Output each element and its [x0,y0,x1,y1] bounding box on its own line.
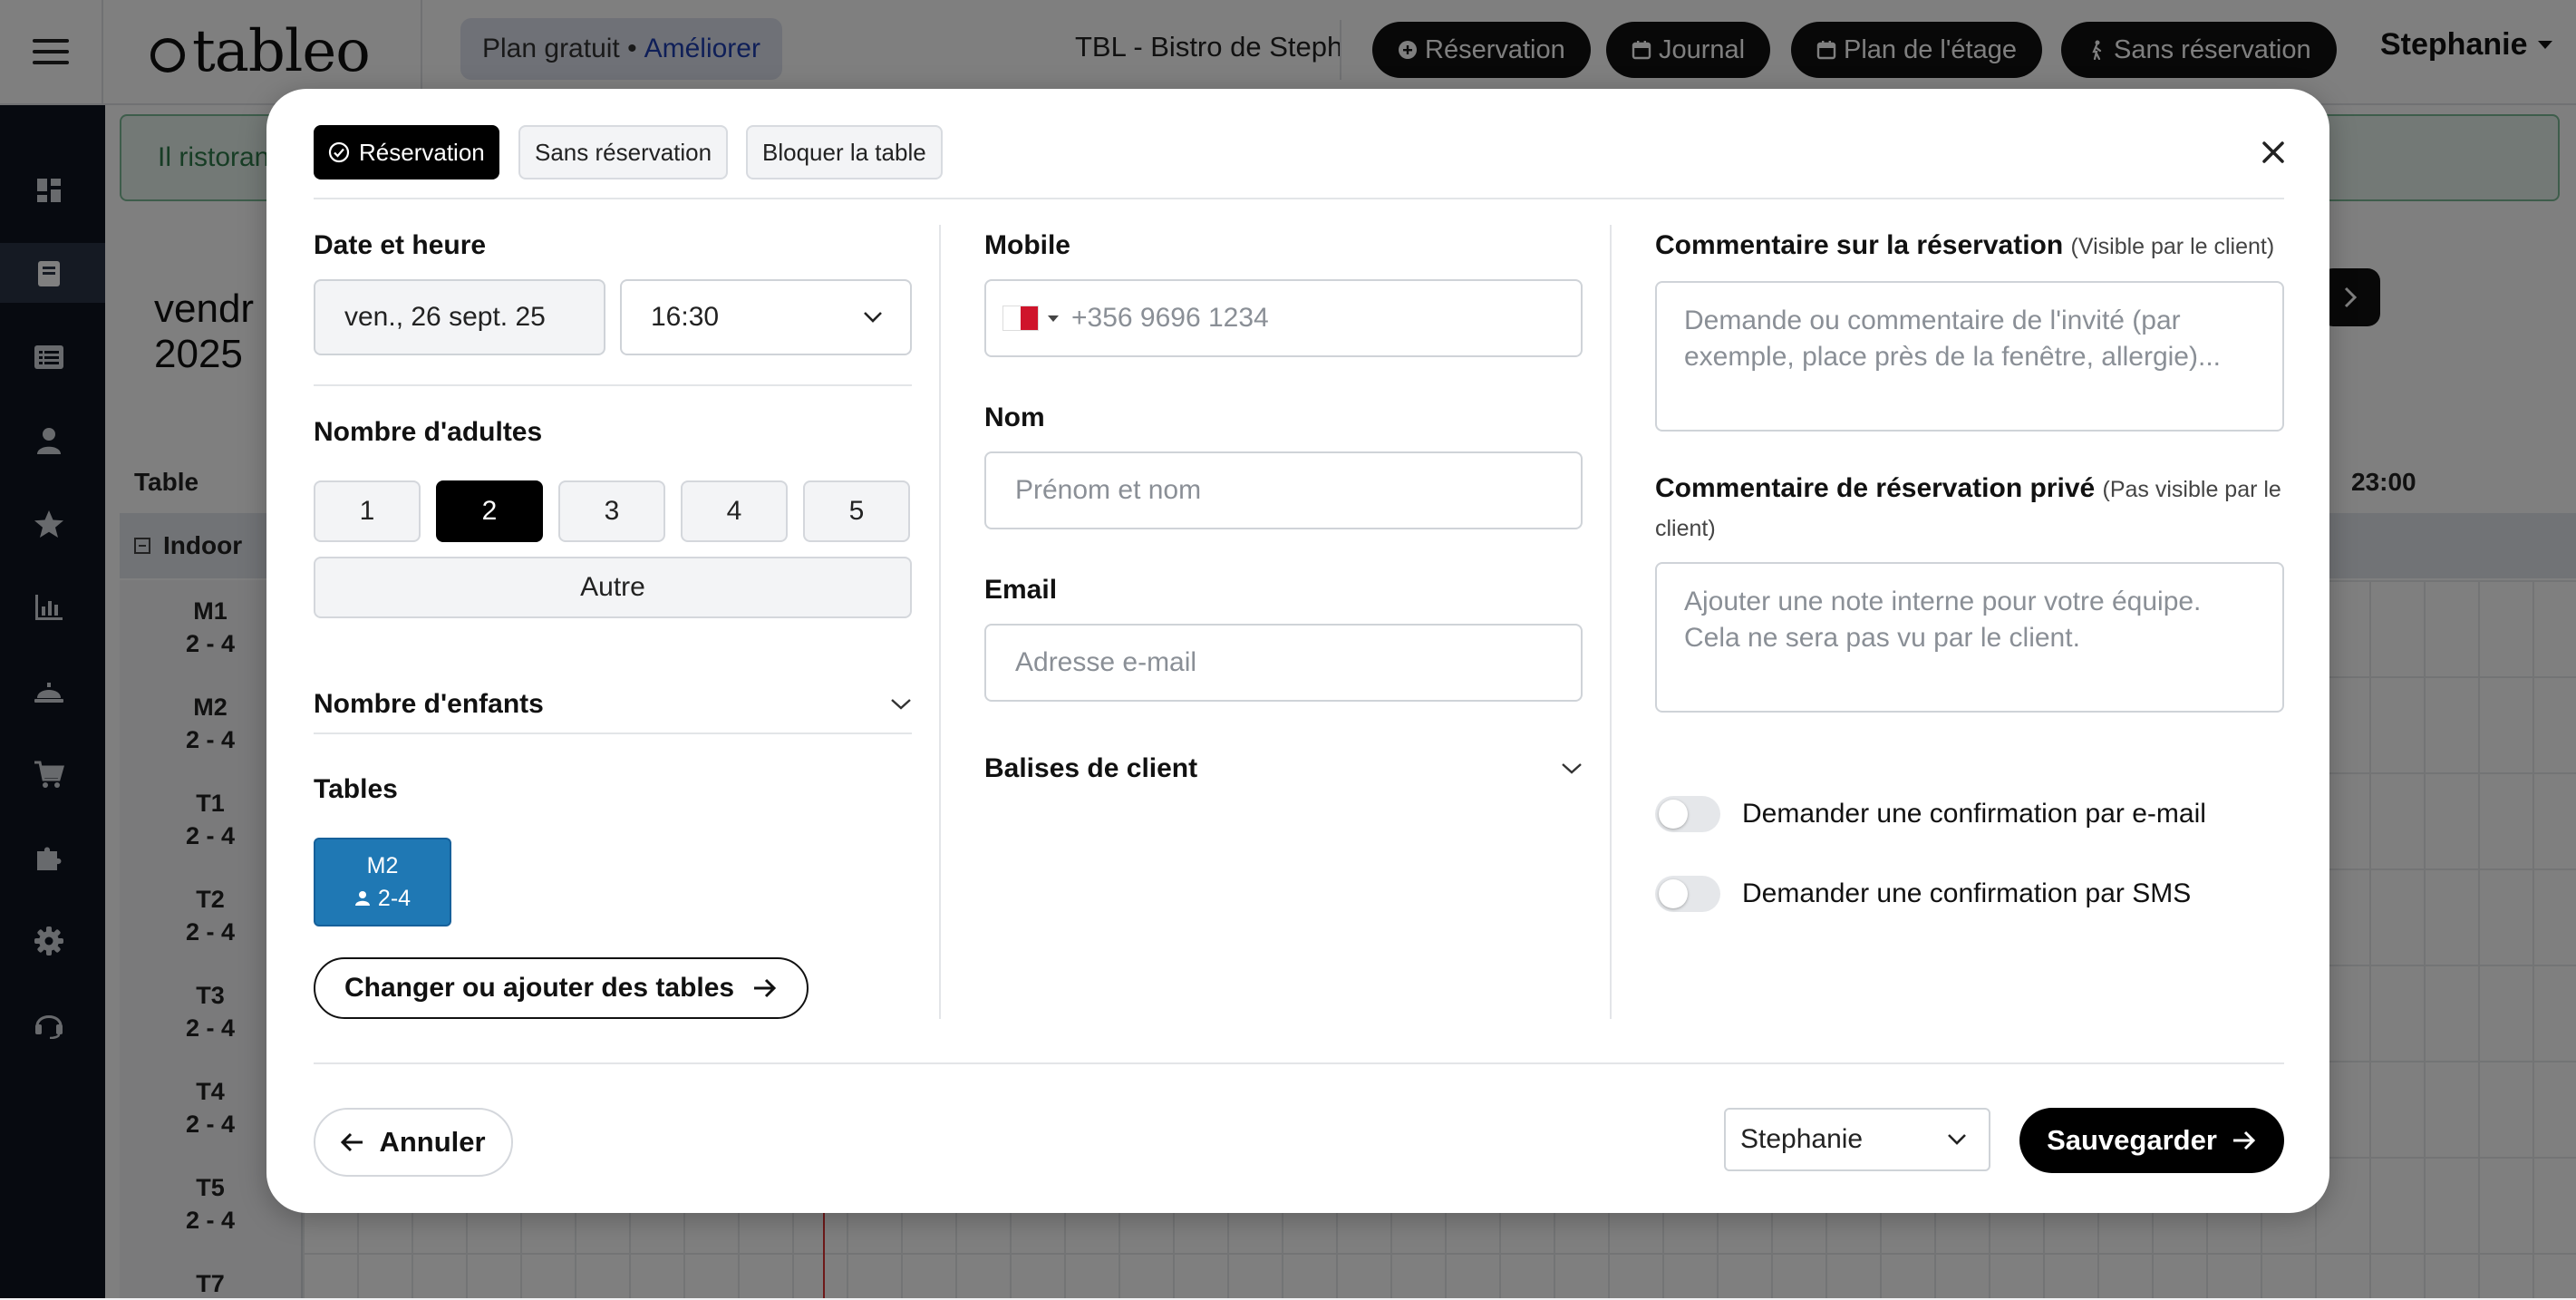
reservation-modal: Réservation Sans réservation Bloquer la … [266,89,2329,1213]
comment-sublabel: (Visible par le client) [2070,234,2275,259]
chevron-down-icon [864,312,882,323]
date-value: ven., 26 sept. 25 [344,302,546,332]
malta-flag-icon[interactable] [1002,306,1039,331]
sms-confirmation-label: Demander une confirmation par SMS [1742,878,2192,908]
adults-option-other[interactable]: Autre [314,557,912,618]
mobile-field[interactable]: +356 9696 1234 [984,279,1583,357]
selected-table-chip[interactable]: M2 2-4 [314,838,451,926]
staff-value: Stephanie [1740,1124,1864,1154]
comment-placeholder: Demande ou commentaire de l'invité (par … [1684,306,2221,372]
check-circle-icon [328,141,350,163]
private-comment-textarea[interactable]: Ajouter une note interne pour votre équi… [1655,562,2284,713]
staff-select[interactable]: Stephanie [1724,1108,1990,1171]
comment-label: Commentaire sur la réservation (Visible … [1655,230,2274,261]
chevron-down-icon [891,699,911,710]
name-label: Nom [984,403,1045,432]
name-placeholder: Prénom et nom [1015,475,1202,505]
date-picker[interactable]: ven., 26 sept. 25 [314,279,605,355]
email-confirmation-toggle[interactable] [1655,796,1720,832]
change-tables-button[interactable]: Changer ou ajouter des tables [314,957,809,1019]
mobile-label: Mobile [984,230,1070,260]
close-button[interactable] [2257,136,2290,169]
client-tags-accordion[interactable]: Balises de client [984,740,1583,798]
adults-option-4[interactable]: 4 [681,480,788,542]
caret-down-icon[interactable] [1048,315,1059,322]
cancel-label: Annuler [379,1126,486,1158]
chip-table-capacity: 2-4 [377,886,412,911]
time-select[interactable]: 16:30 [620,279,912,355]
chevron-down-icon [1948,1134,1966,1145]
tab-block-label: Bloquer la table [762,138,926,166]
divider [314,1062,2284,1064]
adults-option-2[interactable]: 2 [436,480,543,542]
column-divider [939,225,941,1019]
email-label: Email [984,575,1058,605]
private-comment-placeholder: Ajouter une note interne pour votre équi… [1684,587,2202,653]
chip-table-name: M2 [366,853,399,878]
adults-option-5[interactable]: 5 [803,480,910,542]
comment-label-text: Commentaire sur la réservation [1655,230,2064,260]
email-placeholder: Adresse e-mail [1015,647,1197,677]
email-field[interactable]: Adresse e-mail [984,624,1583,702]
column-divider [1610,225,1612,1019]
adults-option-1[interactable]: 1 [314,480,421,542]
name-field[interactable]: Prénom et nom [984,451,1583,529]
private-comment-label-text: Commentaire de réservation privé [1655,473,2096,503]
arrow-left-icon [341,1132,363,1152]
divider [314,384,912,386]
chevron-down-icon [1562,763,1582,774]
sms-confirmation-toggle-row: Demander une confirmation par SMS [1655,876,2191,912]
save-label: Sauvegarder [2047,1124,2217,1156]
mobile-placeholder: +356 9696 1234 [1071,303,1269,333]
children-accordion[interactable]: Nombre d'enfants [314,676,912,734]
adults-label: Nombre d'adultes [314,417,543,447]
divider [314,198,2284,199]
time-value: 16:30 [651,302,720,332]
private-comment-label: Commentaire de réservation privé (Pas vi… [1655,470,2290,548]
arrow-right-icon [754,978,777,998]
tab-walkin[interactable]: Sans réservation [518,125,729,179]
arrow-right-icon [2232,1130,2256,1150]
client-tags-label: Balises de client [984,753,1198,783]
tables-label: Tables [314,774,398,804]
date-time-label: Date et heure [314,230,487,260]
children-label: Nombre d'enfants [314,689,544,719]
change-tables-label: Changer ou ajouter des tables [344,973,735,1003]
person-icon [354,891,370,906]
tab-walkin-label: Sans réservation [535,138,712,166]
email-confirmation-label: Demander une confirmation par e-mail [1742,799,2206,829]
save-button[interactable]: Sauvegarder [2019,1108,2284,1173]
close-icon [2262,141,2284,163]
comment-textarea[interactable]: Demande ou commentaire de l'invité (par … [1655,281,2284,432]
cancel-button[interactable]: Annuler [314,1108,513,1177]
tab-reservation-label: Réservation [359,138,485,166]
tab-reservation[interactable]: Réservation [314,125,499,179]
tab-block-table[interactable]: Bloquer la table [746,125,943,179]
email-confirmation-toggle-row: Demander une confirmation par e-mail [1655,796,2206,832]
sms-confirmation-toggle[interactable] [1655,876,1720,912]
adults-option-3[interactable]: 3 [558,480,665,542]
